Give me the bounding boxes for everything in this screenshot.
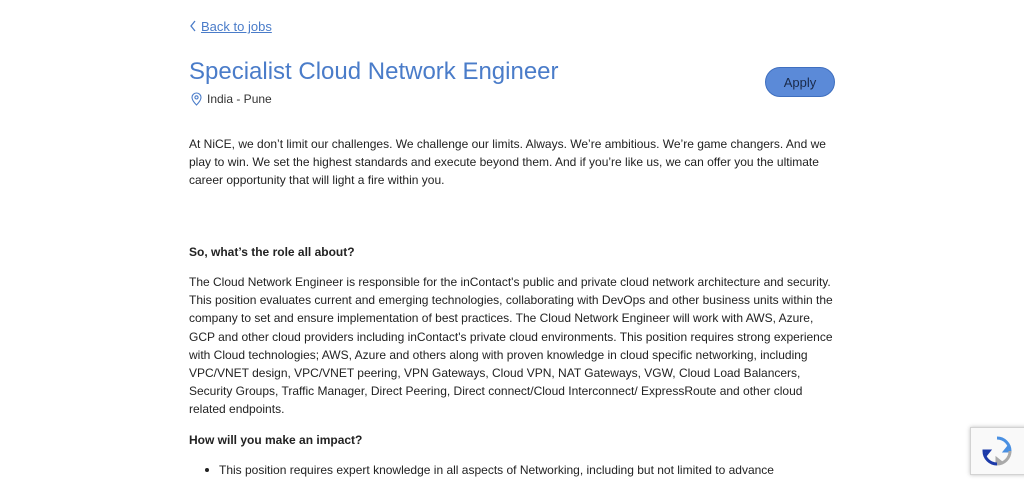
location-pin-icon bbox=[191, 92, 202, 106]
impact-heading: How will you make an impact? bbox=[189, 433, 363, 447]
job-title: Specialist Cloud Network Engineer bbox=[189, 58, 559, 85]
back-to-jobs-link[interactable]: Back to jobs bbox=[189, 19, 272, 34]
back-to-jobs-label: Back to jobs bbox=[201, 19, 272, 34]
role-heading: So, what’s the role all about? bbox=[189, 245, 355, 259]
impact-list: This position requires expert knowledge … bbox=[189, 461, 835, 479]
role-description: The Cloud Network Engineer is responsibl… bbox=[189, 275, 833, 417]
job-location-label: India - Pune bbox=[207, 92, 272, 106]
intro-paragraph: At NiCE, we don’t limit our challenges. … bbox=[189, 137, 826, 188]
apply-button[interactable]: Apply bbox=[765, 67, 835, 97]
job-location: India - Pune bbox=[191, 92, 272, 106]
recaptcha-icon bbox=[982, 436, 1012, 466]
recaptcha-badge[interactable] bbox=[970, 427, 1024, 475]
list-item: This position requires expert knowledge … bbox=[205, 461, 835, 479]
chevron-left-icon bbox=[189, 20, 197, 34]
